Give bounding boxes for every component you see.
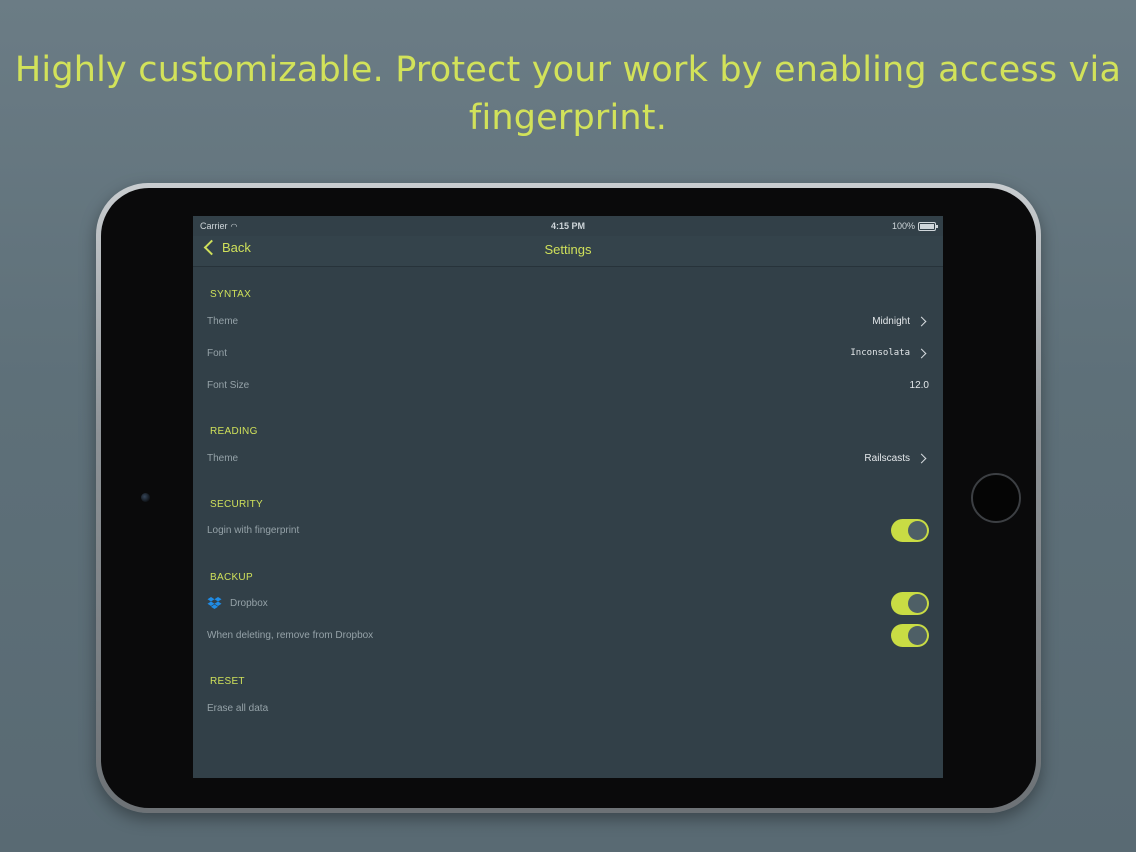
section-header-security: SECURITY [210, 499, 263, 510]
page-title: Settings [544, 242, 592, 257]
toggle-knob [908, 594, 927, 613]
battery-icon [918, 221, 938, 231]
row-syntax-font-size[interactable]: Font Size 12.0 [207, 372, 929, 398]
row-remove-from-dropbox: When deleting, remove from Dropbox [207, 622, 929, 648]
status-bar: Carrier ◠ 4:15 PM 100% [193, 216, 943, 236]
chevron-right-icon [916, 348, 927, 358]
toggle-knob [908, 626, 927, 645]
section-header-syntax: SYNTAX [210, 289, 252, 300]
row-label: When deleting, remove from Dropbox [207, 629, 374, 641]
syntax-font-value: Inconsolata [850, 348, 910, 358]
dropbox-icon [207, 596, 222, 609]
headline: Highly customizable. Protect your work b… [14, 50, 1122, 138]
row-label: Theme [207, 452, 239, 464]
toggle-knob [908, 521, 927, 540]
home-button[interactable] [971, 473, 1021, 523]
navigation-bar: Back Settings [193, 236, 943, 267]
row-label: Font [207, 347, 228, 359]
row-label: Erase all data [207, 702, 269, 714]
syntax-theme-value: Midnight [872, 315, 910, 327]
row-label: Login with fingerprint [207, 524, 300, 536]
status-battery: 100% [891, 221, 938, 231]
row-erase-all-data[interactable]: Erase all data [207, 695, 929, 721]
row-dropbox: Dropbox [207, 590, 929, 616]
row-syntax-theme[interactable]: Theme Midnight [207, 308, 929, 334]
section-header-reset: RESET [210, 676, 245, 687]
settings-screen: Carrier ◠ 4:15 PM 100% Back Settings SYNT… [193, 216, 943, 778]
status-time: 4:15 PM [550, 221, 585, 231]
row-login-fingerprint: Login with fingerprint [207, 517, 929, 543]
row-syntax-font[interactable]: Font Inconsolata [207, 340, 929, 366]
reading-theme-value: Railscasts [864, 452, 910, 464]
section-header-backup: BACKUP [210, 572, 253, 583]
camera-icon [141, 493, 150, 502]
syntax-font-size-value: 12.0 [909, 379, 929, 391]
remove-from-dropbox-toggle[interactable] [891, 624, 929, 647]
fingerprint-toggle[interactable] [891, 519, 929, 542]
section-header-reading: READING [210, 426, 258, 437]
row-label: Theme [207, 315, 239, 327]
row-label: Font Size [207, 379, 250, 391]
row-reading-theme[interactable]: Theme Railscasts [207, 445, 929, 471]
chevron-right-icon [916, 453, 927, 463]
battery-percent: 100% [891, 221, 915, 231]
row-label: Dropbox [230, 597, 268, 609]
chevron-right-icon [916, 316, 927, 326]
dropbox-toggle[interactable] [891, 592, 929, 615]
